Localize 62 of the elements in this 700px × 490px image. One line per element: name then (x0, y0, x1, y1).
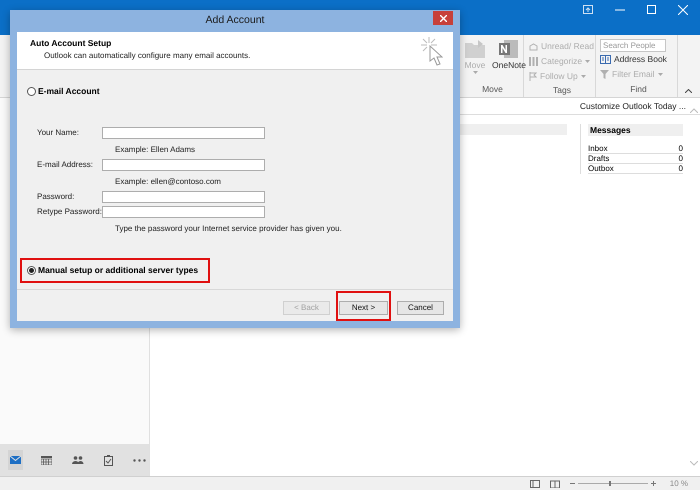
people-icon[interactable] (72, 456, 84, 464)
text-field[interactable] (102, 206, 265, 218)
field-hint: Type the password your Internet service provider has given you. (114, 222, 343, 235)
zoom-in-icon[interactable] (651, 481, 656, 486)
ribbon-button[interactable]: Address Book (600, 52, 677, 67)
folder-name[interactable]: Inbox (588, 144, 608, 153)
reading-view-icon[interactable] (550, 480, 560, 488)
customize-link[interactable]: Customize Outlook Today ... (580, 100, 686, 112)
group-label: Find (629, 83, 648, 96)
tasks-icon[interactable] (104, 454, 113, 466)
field-label: Your Name: (37, 127, 80, 140)
caret-icon (472, 71, 478, 74)
field-label: E-mail Address: (37, 159, 94, 172)
mail-icon[interactable] (10, 456, 21, 464)
header-subtitle: Outlook can automatically configure many email accounts. (43, 50, 250, 62)
address-book-icon (600, 55, 611, 64)
ribbon-display-icon[interactable] (583, 5, 593, 14)
ribbon-button[interactable]: OneNote (490, 39, 528, 84)
calendar-icon[interactable] (41, 456, 52, 464)
text-field[interactable] (102, 191, 265, 204)
categories-icon (529, 57, 538, 66)
option-label[interactable]: Manual setup or additional server types (38, 264, 198, 277)
field-hint: Example: ellen@contoso.com (114, 176, 222, 188)
field-hint: Example: Ellen Adams (114, 144, 196, 156)
caret-icon (580, 75, 586, 78)
close-button[interactable] (433, 11, 453, 25)
zoom-level: 10 % (668, 478, 688, 490)
close-icon[interactable] (678, 5, 688, 15)
folder-name[interactable]: Drafts (588, 154, 610, 163)
folder-icon (464, 39, 486, 59)
nav-button[interactable] (8, 450, 23, 470)
field-label: Password: (37, 191, 76, 204)
collapse-icon[interactable] (685, 89, 692, 93)
more-icon[interactable] (133, 458, 146, 462)
radio-button[interactable] (27, 86, 36, 96)
header-title: Auto Account Setup (30, 37, 112, 50)
messages-header: Messages (588, 124, 683, 136)
message-count: 0 (678, 144, 683, 153)
message-count: 0 (678, 164, 683, 173)
caret-icon (585, 60, 590, 63)
group-label: Tags (552, 84, 572, 97)
caret-icon (658, 73, 663, 76)
group-label: Move (481, 83, 504, 96)
folder-name[interactable]: Outbox (588, 164, 614, 173)
envelope-icon (529, 42, 538, 50)
text-field[interactable] (102, 127, 265, 140)
radio-button[interactable] (27, 266, 36, 276)
normal-view-icon[interactable] (530, 480, 540, 488)
close-icon (440, 14, 446, 22)
notebook-icon (498, 39, 520, 59)
search-field[interactable]: Search People (600, 39, 666, 52)
dialog-button[interactable]: Next > (339, 300, 388, 314)
filter-icon (600, 70, 609, 79)
option-label[interactable]: E-mail Account (38, 85, 100, 98)
flag-icon (529, 72, 537, 81)
slider-thumb[interactable] (608, 481, 611, 486)
message-count: 0 (678, 154, 683, 163)
maximize-icon[interactable] (647, 5, 656, 14)
field-label: Retype Password: (37, 206, 102, 218)
dialog-button[interactable]: Cancel (397, 300, 444, 314)
dialog-title: Add Account (206, 13, 264, 28)
text-field[interactable] (102, 159, 265, 172)
